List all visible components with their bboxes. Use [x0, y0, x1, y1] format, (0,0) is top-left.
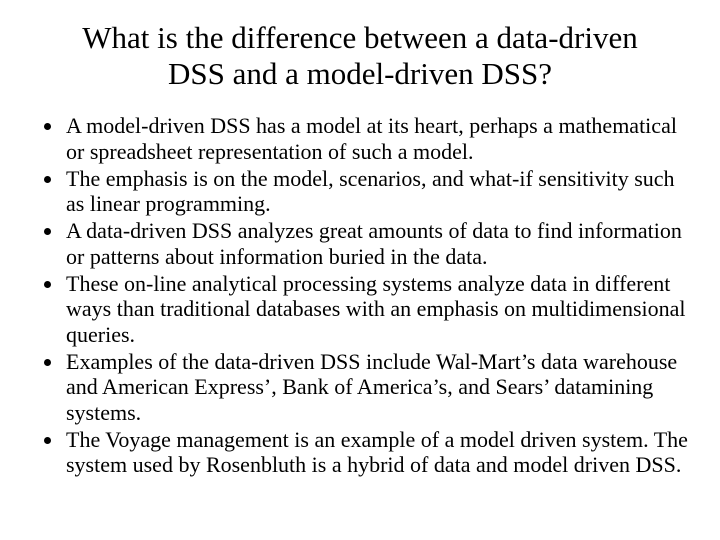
- list-item: Examples of the data-driven DSS include …: [64, 349, 690, 425]
- list-item: These on-line analytical processing syst…: [64, 271, 690, 347]
- slide-title: What is the difference between a data-dr…: [70, 20, 650, 91]
- list-item: The Voyage management is an example of a…: [64, 427, 690, 478]
- list-item: A model-driven DSS has a model at its he…: [64, 113, 690, 164]
- list-item: The emphasis is on the model, scenarios,…: [64, 166, 690, 217]
- bullet-list: A model-driven DSS has a model at its he…: [30, 113, 690, 477]
- slide: What is the difference between a data-dr…: [0, 0, 720, 540]
- list-item: A data-driven DSS analyzes great amounts…: [64, 218, 690, 269]
